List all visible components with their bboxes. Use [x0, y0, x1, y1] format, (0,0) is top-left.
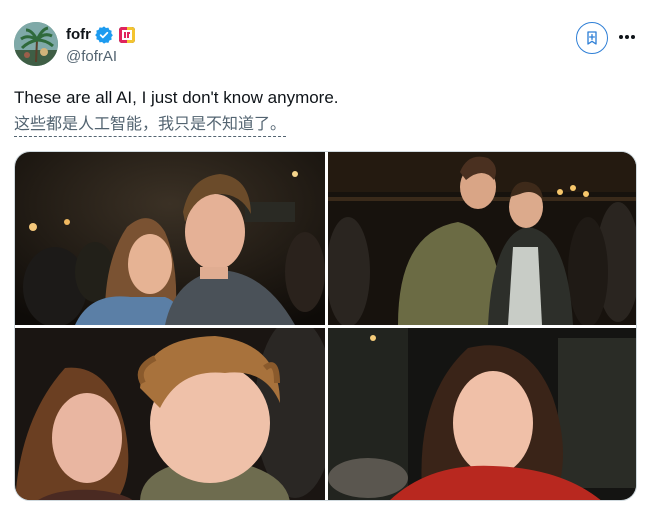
bookmark-plus-button[interactable] [576, 22, 608, 54]
post-translation[interactable]: 这些都是人工智能，我只是不知道了。 [14, 113, 287, 137]
palm-tree-painting-avatar-icon [14, 22, 58, 66]
photo-1[interactable] [15, 152, 325, 325]
media-grid [14, 151, 637, 501]
author-name-row: fofr [66, 25, 135, 45]
post-header: fofr @fofrAI [14, 22, 637, 70]
author-display-name[interactable]: fofr [66, 25, 91, 45]
more-dots-icon [619, 35, 635, 39]
photo-3[interactable] [15, 328, 325, 500]
verified-badge-icon[interactable] [95, 26, 113, 44]
photo-2[interactable] [328, 152, 636, 325]
author-handle[interactable]: @fofrAI [66, 47, 117, 67]
bookmark-plus-icon [587, 31, 597, 45]
post-text: These are all AI, I just don't know anym… [14, 88, 339, 107]
author-avatar[interactable] [14, 22, 58, 66]
more-options-button[interactable] [616, 26, 638, 48]
affiliate-badge-icon[interactable] [119, 27, 135, 43]
photo-4[interactable] [328, 328, 636, 500]
